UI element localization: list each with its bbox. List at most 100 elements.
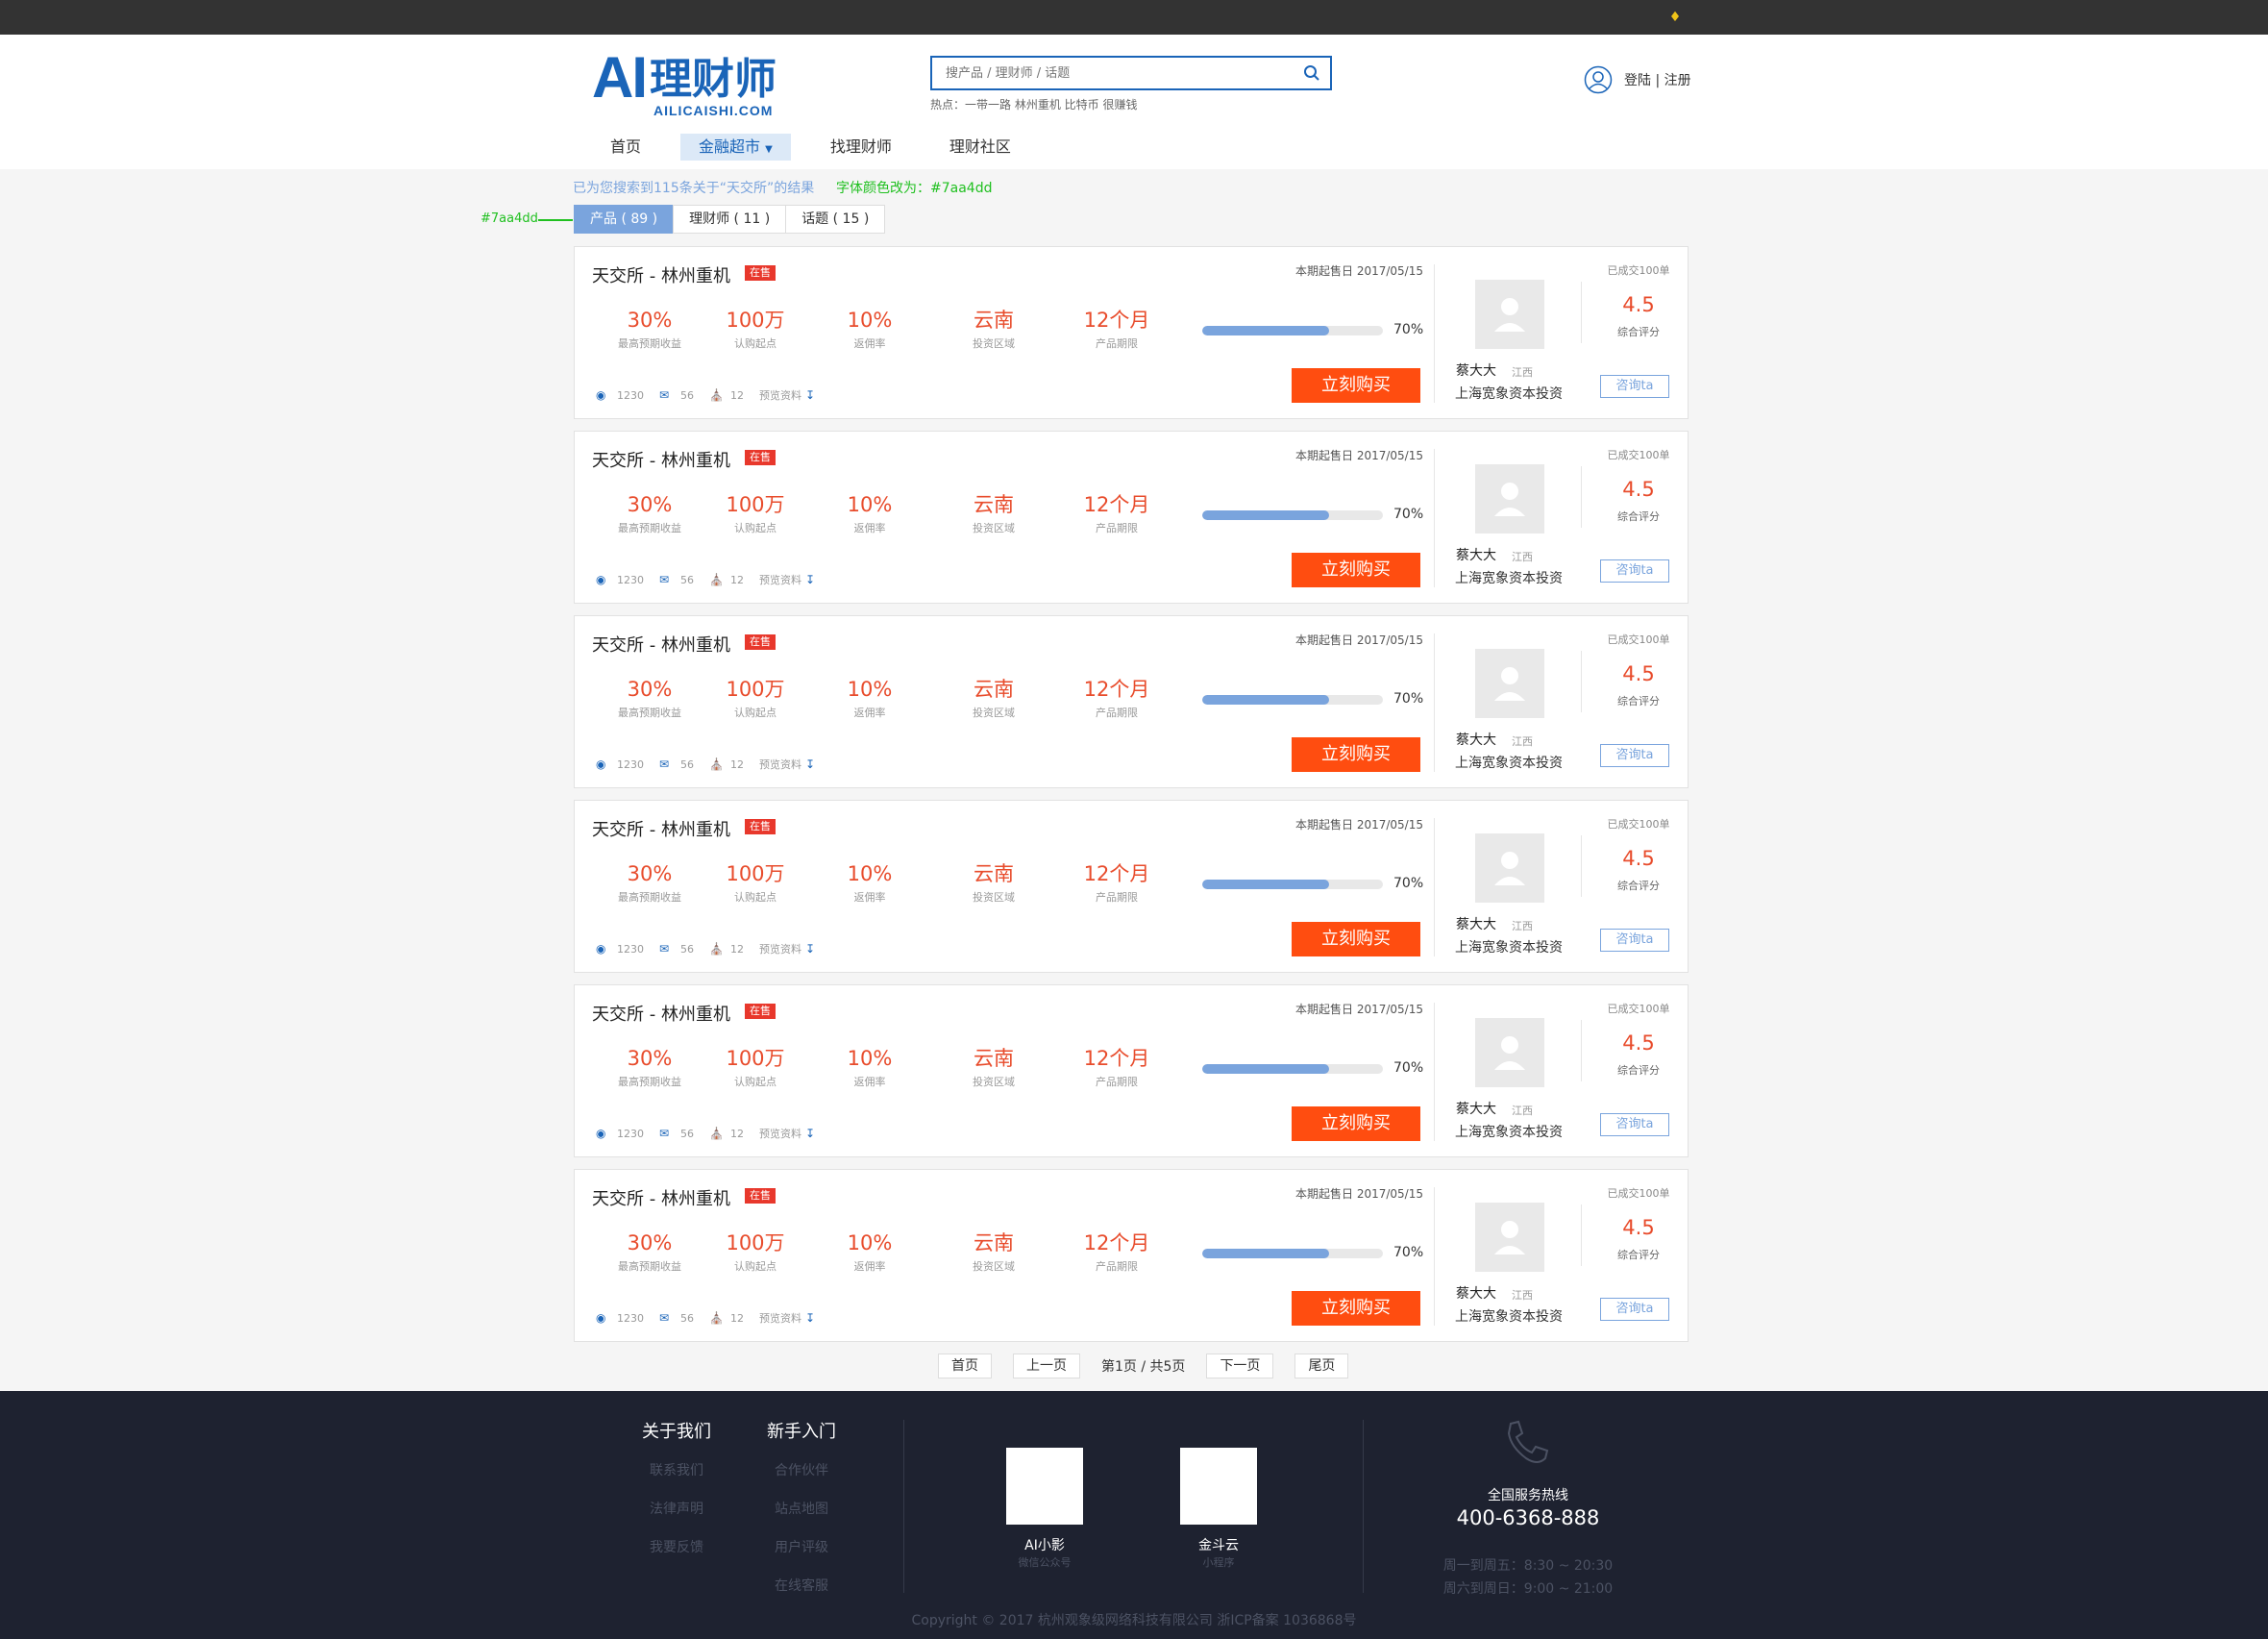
comment-count: ✉ 56 (659, 1312, 694, 1325)
footer-link-partners[interactable]: 合作伙伴 (767, 1460, 836, 1479)
qr-wechat-caption: 微信公众号 (1018, 1556, 1072, 1569)
preview-materials-link[interactable]: 预览资料 ↧ (759, 757, 826, 772)
advisor-avatar[interactable] (1475, 833, 1544, 903)
buy-now-button[interactable]: 立刻购买 (1292, 1291, 1420, 1326)
advisor-avatar[interactable] (1475, 649, 1544, 718)
bell-icon[interactable]: ♦ (1666, 9, 1684, 26)
logo[interactable]: AI 理财师 AILICAISHI.COM (592, 49, 819, 119)
nav-home[interactable]: 首页 (592, 134, 659, 161)
qr-code-wechat (1006, 1448, 1083, 1525)
nav-find-advisor[interactable]: 找理财师 (812, 134, 910, 161)
comment-count-value: 56 (680, 757, 694, 771)
advisor-name[interactable]: 蔡大大 (1456, 360, 1496, 380)
footer-link-support[interactable]: 在线客服 (767, 1576, 836, 1595)
metric-term-value: 12个月 (1083, 1047, 1150, 1070)
advisor-score: 4.5 (1622, 662, 1655, 685)
product-card[interactable]: 天交所 - 林州重机 在售 本期起售日 2017/05/15 30% 最高预期收益… (574, 984, 1689, 1157)
advisor-score: 4.5 (1622, 847, 1655, 870)
search-icon[interactable] (1303, 64, 1320, 82)
login-area[interactable]: 登陆 | 注册 (1584, 65, 1691, 94)
advisor-avatar[interactable] (1475, 280, 1544, 349)
page-prev-button[interactable]: 上一页 (1013, 1353, 1080, 1378)
product-title[interactable]: 天交所 - 林州重机 (592, 1185, 730, 1210)
tab-topics[interactable]: 话题 ( 15 ) (785, 205, 886, 234)
hot-keywords[interactable]: 热点：一带一路 林州重机 比特币 很赚钱 (930, 96, 1137, 112)
footer-link-rating[interactable]: 用户评级 (767, 1537, 836, 1556)
footer-divider-2 (1363, 1420, 1364, 1593)
buy-now-button[interactable]: 立刻购买 (1292, 553, 1420, 587)
footer-link-feedback[interactable]: 我要反馈 (642, 1537, 711, 1556)
search-result-summary: 已为您搜索到115条关于“天交所”的结果 (573, 181, 815, 196)
design-note-color: #7aa4dd (481, 211, 538, 226)
page-info: 第1页 / 共5页 (1101, 1359, 1186, 1375)
tab-advisors[interactable]: 理财师 ( 11 ) (673, 205, 787, 234)
product-card[interactable]: 天交所 - 林州重机 在售 本期起售日 2017/05/15 30% 最高预期收益… (574, 246, 1689, 419)
metric-region: 云南 投资区域 (955, 860, 1032, 905)
product-card[interactable]: 天交所 - 林州重机 在售 本期起售日 2017/05/15 30% 最高预期收益… (574, 800, 1689, 973)
advisor-location: 江西 (1512, 1289, 1533, 1302)
product-card[interactable]: 天交所 - 林州重机 在售 本期起售日 2017/05/15 30% 最高预期收益… (574, 1169, 1689, 1342)
metric-rebate: 10% 返佣率 (836, 860, 903, 905)
nav-community[interactable]: 理财社区 (931, 134, 1029, 161)
product-title[interactable]: 天交所 - 林州重机 (592, 632, 730, 657)
tab-products[interactable]: 产品 ( 89 ) (574, 205, 675, 234)
product-title[interactable]: 天交所 - 林州重机 (592, 447, 730, 472)
status-badge: 在售 (745, 634, 776, 650)
page-next-button[interactable]: 下一页 (1206, 1353, 1274, 1378)
consult-button[interactable]: 咨询ta (1600, 1113, 1669, 1136)
consult-button[interactable]: 咨询ta (1600, 375, 1669, 398)
consult-button[interactable]: 咨询ta (1600, 1298, 1669, 1321)
download-icon: ↧ (805, 757, 816, 771)
metric-term-label: 产品期限 (1096, 891, 1138, 904)
metric-yield-value: 30% (627, 309, 673, 332)
advisor-name[interactable]: 蔡大大 (1456, 914, 1496, 933)
hotline-number[interactable]: 400-6368-888 (1432, 1506, 1624, 1529)
metric-region-label: 投资区域 (973, 891, 1015, 904)
search-input[interactable] (932, 58, 1288, 88)
page-first-button[interactable]: 首页 (938, 1353, 992, 1378)
buy-now-button[interactable]: 立刻购买 (1292, 1106, 1420, 1141)
view-count: ◉ 1230 (596, 758, 644, 771)
advisor-avatar[interactable] (1475, 1203, 1544, 1272)
buy-now-button[interactable]: 立刻购买 (1292, 922, 1420, 956)
metric-term-label: 产品期限 (1096, 1260, 1138, 1273)
consult-button[interactable]: 咨询ta (1600, 559, 1669, 583)
advisor-name[interactable]: 蔡大大 (1456, 545, 1496, 564)
metric-rebate: 10% 返佣率 (836, 491, 903, 535)
buy-now-button[interactable]: 立刻购买 (1292, 737, 1420, 772)
metric-rebate-label: 返佣率 (853, 337, 886, 350)
advisor-divider (1581, 1020, 1582, 1081)
advisor-name[interactable]: 蔡大大 (1456, 1283, 1496, 1303)
advisor-name[interactable]: 蔡大大 (1456, 1099, 1496, 1118)
footer-link-contact[interactable]: 联系我们 (642, 1460, 711, 1479)
buy-now-button[interactable]: 立刻购买 (1292, 368, 1420, 403)
qr-wechat-name: AI小影 (1024, 1538, 1065, 1553)
logo-domain: AILICAISHI.COM (653, 103, 774, 118)
advisor-score: 4.5 (1622, 1216, 1655, 1239)
preview-materials-link[interactable]: 预览资料 ↧ (759, 1310, 826, 1326)
preview-materials-link[interactable]: 预览资料 ↧ (759, 941, 826, 956)
metric-min-purchase-value: 100万 (726, 1231, 785, 1254)
consult-button[interactable]: 咨询ta (1600, 744, 1669, 767)
footer-link-sitemap[interactable]: 站点地图 (767, 1499, 836, 1518)
product-card[interactable]: 天交所 - 林州重机 在售 本期起售日 2017/05/15 30% 最高预期收益… (574, 615, 1689, 788)
nav-financial-market[interactable]: 金融超市 ▼ (680, 134, 791, 161)
footer-link-legal[interactable]: 法律声明 (642, 1499, 711, 1518)
product-title[interactable]: 天交所 - 林州重机 (592, 262, 730, 287)
advisor-name[interactable]: 蔡大大 (1456, 730, 1496, 749)
preview-materials-link[interactable]: 预览资料 ↧ (759, 1126, 826, 1141)
page-last-button[interactable]: 尾页 (1294, 1353, 1349, 1378)
cart-count: ⛪ 12 (709, 943, 744, 956)
login-register-link[interactable]: 登陆 | 注册 (1624, 70, 1691, 89)
preview-materials-link[interactable]: 预览资料 ↧ (759, 572, 826, 587)
product-title[interactable]: 天交所 - 林州重机 (592, 1001, 730, 1026)
product-card[interactable]: 天交所 - 林州重机 在售 本期起售日 2017/05/15 30% 最高预期收益… (574, 431, 1689, 604)
advisor-avatar[interactable] (1475, 464, 1544, 534)
advisor-avatar[interactable] (1475, 1018, 1544, 1087)
product-title[interactable]: 天交所 - 林州重机 (592, 816, 730, 841)
consult-button[interactable]: 咨询ta (1600, 929, 1669, 952)
metric-yield-value: 30% (627, 1231, 673, 1254)
advisor-location: 江西 (1512, 366, 1533, 379)
preview-materials-link[interactable]: 预览资料 ↧ (759, 387, 826, 403)
metric-region: 云南 投资区域 (955, 307, 1032, 351)
